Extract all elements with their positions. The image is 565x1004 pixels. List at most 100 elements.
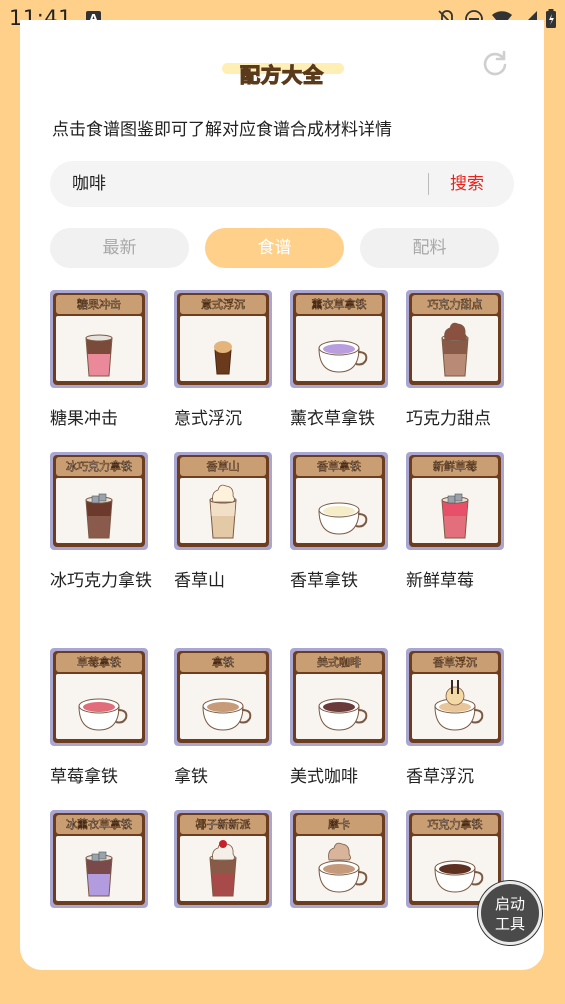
recipe-frame: 草莓拿铁 bbox=[53, 651, 145, 743]
recipe-thumbnail[interactable]: 冰薰衣草拿铁 bbox=[50, 810, 148, 908]
recipe-name: 意式浮沉 bbox=[174, 409, 242, 429]
recipe-thumbnail[interactable]: 意式浮沉 bbox=[174, 290, 272, 388]
recipe-frame: 冰巧克力拿铁 bbox=[53, 455, 145, 547]
recipe-frame: 香草山 bbox=[177, 455, 269, 547]
recipe-tag: 糖果冲击 bbox=[56, 295, 142, 314]
drink-image bbox=[296, 478, 382, 543]
recipe-name: 薰衣草拿铁 bbox=[290, 409, 375, 429]
drink-icon bbox=[318, 698, 368, 731]
search-bar: 咖啡 搜索 bbox=[50, 161, 514, 207]
recipe-tag: 草莓拿铁 bbox=[56, 653, 142, 672]
recipe-frame: 香草浮沉 bbox=[409, 651, 501, 743]
recipe-frame: 拿铁 bbox=[177, 651, 269, 743]
drink-image bbox=[180, 478, 266, 543]
recipe-name: 香草浮沉 bbox=[406, 767, 474, 787]
drink-icon bbox=[214, 341, 232, 375]
recipe-frame: 摩卡 bbox=[293, 813, 385, 905]
recipe-tag: 意式浮沉 bbox=[180, 295, 266, 314]
recipe-name: 美式咖啡 bbox=[290, 767, 358, 787]
drink-icon bbox=[441, 493, 469, 539]
drink-image bbox=[296, 836, 382, 901]
hint-text: 点击食谱图鉴即可了解对应食谱合成材料详情 bbox=[52, 120, 392, 140]
recipe-frame: 椰子新新派 bbox=[177, 813, 269, 905]
recipe-frame: 巧克力甜点 bbox=[409, 293, 501, 385]
recipe-thumbnail[interactable]: 香草山 bbox=[174, 452, 272, 550]
recipe-thumbnail[interactable]: 椰子新新派 bbox=[174, 810, 272, 908]
recipe-thumbnail[interactable]: 巧克力甜点 bbox=[406, 290, 504, 388]
recipe-name: 新鲜草莓 bbox=[406, 571, 474, 591]
battery-icon bbox=[546, 9, 556, 28]
recipe-frame: 意式浮沉 bbox=[177, 293, 269, 385]
drink-icon bbox=[85, 851, 113, 897]
drink-icon bbox=[85, 493, 113, 539]
recipe-frame: 冰薰衣草拿铁 bbox=[53, 813, 145, 905]
recipe-tag: 巧克力拿铁 bbox=[412, 815, 498, 834]
recipe-tag: 冰巧克力拿铁 bbox=[56, 457, 142, 476]
recipe-tag: 薰衣草拿铁 bbox=[296, 295, 382, 314]
drink-icon bbox=[434, 680, 484, 731]
tab-recipes[interactable]: 食谱 bbox=[205, 228, 344, 268]
recipe-tag: 美式咖啡 bbox=[296, 653, 382, 672]
recipe-frame: 香草拿铁 bbox=[293, 455, 385, 547]
recipe-tag: 新鲜草莓 bbox=[412, 457, 498, 476]
drink-icon bbox=[318, 842, 368, 893]
drink-image bbox=[180, 316, 266, 381]
recipe-frame: 新鲜草莓 bbox=[409, 455, 501, 547]
launch-tool-button[interactable]: 启动 工具 bbox=[478, 881, 542, 945]
recipe-thumbnail[interactable]: 冰巧克力拿铁 bbox=[50, 452, 148, 550]
recipe-thumbnail[interactable]: 摩卡 bbox=[290, 810, 388, 908]
drink-icon bbox=[318, 502, 368, 535]
launch-tool-label-1: 启动 bbox=[494, 895, 525, 913]
recipe-tag: 冰薰衣草拿铁 bbox=[56, 815, 142, 834]
drink-icon bbox=[78, 698, 128, 731]
recipe-frame: 糖果冲击 bbox=[53, 293, 145, 385]
drink-image bbox=[412, 478, 498, 543]
recipe-frame: 美式咖啡 bbox=[293, 651, 385, 743]
recipe-name: 糖果冲击 bbox=[50, 409, 118, 429]
recipe-name: 香草山 bbox=[174, 571, 225, 591]
recipe-thumbnail[interactable]: 薰衣草拿铁 bbox=[290, 290, 388, 388]
drink-image bbox=[56, 674, 142, 739]
recipe-tag: 摩卡 bbox=[296, 815, 382, 834]
page-title: 配方大全 bbox=[239, 62, 324, 87]
recipe-tag: 香草浮沉 bbox=[412, 653, 498, 672]
search-input[interactable]: 咖啡 bbox=[72, 161, 106, 207]
recipe-frame: 薰衣草拿铁 bbox=[293, 293, 385, 385]
drink-icon bbox=[318, 340, 368, 373]
drink-image bbox=[296, 674, 382, 739]
tab-ingredients[interactable]: 配料 bbox=[360, 228, 499, 268]
recipe-name: 香草拿铁 bbox=[290, 571, 358, 591]
drink-icon bbox=[202, 698, 252, 731]
recipe-thumbnail[interactable]: 糖果冲击 bbox=[50, 290, 148, 388]
search-button[interactable]: 搜索 bbox=[450, 161, 484, 207]
refresh-icon[interactable] bbox=[481, 49, 509, 77]
recipe-panel: 配方大全 点击食谱图鉴即可了解对应食谱合成材料详情 咖啡 搜索 最新 食谱 配料… bbox=[20, 20, 544, 970]
drink-image bbox=[180, 836, 266, 901]
drink-image bbox=[412, 316, 498, 381]
drink-icon bbox=[209, 484, 237, 539]
recipe-tag: 拿铁 bbox=[180, 653, 266, 672]
recipe-thumbnail[interactable]: 拿铁 bbox=[174, 648, 272, 746]
recipe-thumbnail[interactable]: 香草拿铁 bbox=[290, 452, 388, 550]
recipe-name: 冰巧克力拿铁 bbox=[50, 571, 152, 591]
recipe-thumbnail[interactable]: 新鲜草莓 bbox=[406, 452, 504, 550]
recipe-tag: 香草山 bbox=[180, 457, 266, 476]
drink-image bbox=[56, 478, 142, 543]
search-divider bbox=[428, 173, 429, 195]
recipe-name: 巧克力甜点 bbox=[406, 409, 491, 429]
recipe-thumbnail[interactable]: 草莓拿铁 bbox=[50, 648, 148, 746]
launch-tool-label-2: 工具 bbox=[494, 915, 525, 933]
recipe-thumbnail[interactable]: 美式咖啡 bbox=[290, 648, 388, 746]
drink-image bbox=[56, 316, 142, 381]
recipe-tag: 椰子新新派 bbox=[180, 815, 266, 834]
recipe-name: 拿铁 bbox=[174, 767, 208, 787]
drink-image bbox=[412, 674, 498, 739]
tab-latest[interactable]: 最新 bbox=[50, 228, 189, 268]
recipe-name: 草莓拿铁 bbox=[50, 767, 118, 787]
drink-icon bbox=[441, 322, 469, 377]
recipe-tag: 香草拿铁 bbox=[296, 457, 382, 476]
drink-image bbox=[296, 316, 382, 381]
drink-icon bbox=[209, 840, 237, 897]
recipe-thumbnail[interactable]: 香草浮沉 bbox=[406, 648, 504, 746]
drink-icon bbox=[85, 334, 113, 377]
